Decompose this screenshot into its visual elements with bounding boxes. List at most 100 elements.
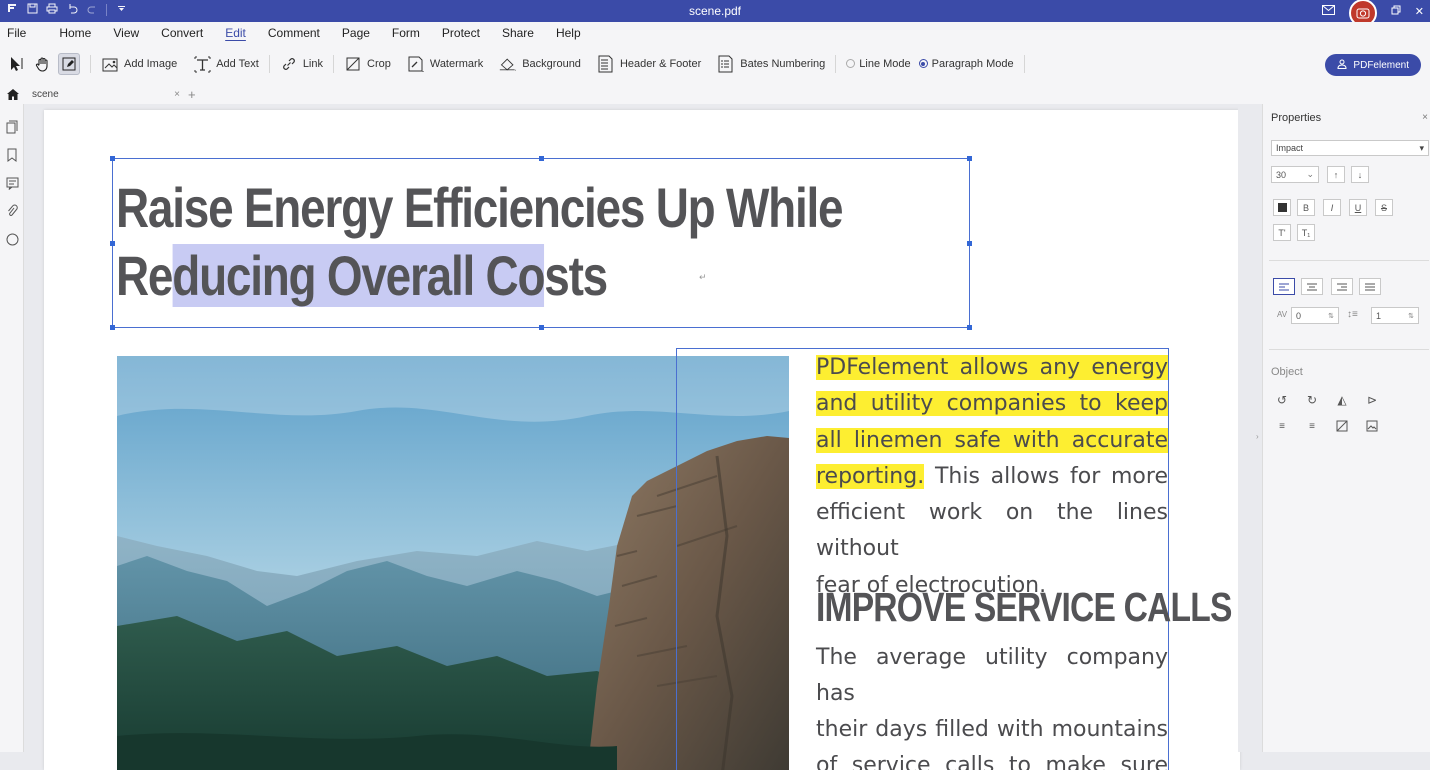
body-paragraph-1[interactable]: PDFelement allows any energy and utility… [816, 350, 1168, 604]
paragraph-mode-label: Paragraph Mode [931, 58, 1014, 70]
tab-scene[interactable]: scene × [26, 89, 186, 100]
tab-close-icon[interactable]: × [174, 89, 180, 100]
search-panel-icon[interactable] [5, 232, 19, 246]
decrease-font-size-button[interactable]: ↓ [1351, 166, 1369, 183]
mail-icon[interactable] [1321, 4, 1335, 18]
restore-window-icon[interactable] [1391, 5, 1401, 18]
distribute-object-icon[interactable]: ≡ [1303, 417, 1321, 435]
justify-icon [1365, 283, 1375, 290]
panel-divider [1269, 260, 1429, 261]
menu-page[interactable]: Page [331, 22, 381, 44]
background-icon [499, 55, 517, 73]
select-tool-icon[interactable] [6, 53, 28, 75]
body-text: of service calls to make sure [816, 753, 1168, 770]
properties-title: Properties [1271, 112, 1322, 124]
bookmark-icon[interactable] [5, 148, 19, 162]
pdfelement-button[interactable]: PDFelement [1325, 54, 1421, 76]
align-center-button[interactable] [1301, 278, 1323, 295]
edit-tool-icon[interactable] [58, 53, 80, 75]
add-text-button[interactable]: Add Text [185, 51, 267, 77]
font-family-select[interactable]: Impact ▾ [1271, 140, 1429, 156]
menu-protect[interactable]: Protect [431, 22, 491, 44]
resize-handle[interactable] [967, 325, 972, 330]
increase-font-size-button[interactable]: ↑ [1327, 166, 1345, 183]
resize-handle[interactable] [110, 325, 115, 330]
menu-file[interactable]: File [0, 22, 48, 44]
align-center-icon [1307, 283, 1317, 290]
font-size-select[interactable]: 30 ⌄ [1271, 166, 1319, 183]
character-spacing-input[interactable]: 0 ⇅ [1291, 307, 1339, 324]
crop-object-icon[interactable] [1333, 417, 1351, 435]
left-sidebar: › [0, 104, 33, 752]
line-spacing-input[interactable]: 1 ⇅ [1371, 307, 1419, 324]
chevron-down-icon: ▾ [1419, 142, 1424, 153]
add-text-icon [193, 55, 211, 73]
menu-convert[interactable]: Convert [150, 22, 214, 44]
rotate-right-icon[interactable]: ↻ [1303, 391, 1321, 409]
window-controls: ✕ [1321, 0, 1430, 27]
menu-view[interactable]: View [102, 22, 150, 44]
line-mode-label: Line Mode [859, 58, 911, 70]
highlighted-line: and utility companies to keep [816, 391, 1168, 417]
watermark-button[interactable]: Watermark [399, 51, 491, 77]
add-image-button[interactable]: Add Image [93, 51, 185, 77]
align-right-button[interactable] [1331, 278, 1353, 295]
justify-button[interactable] [1359, 278, 1381, 295]
align-left-button[interactable] [1273, 278, 1295, 295]
subscript-button[interactable]: T₁ [1297, 224, 1315, 241]
collapse-right-panel-icon[interactable]: › [1256, 432, 1259, 441]
close-panel-icon[interactable]: × [1422, 112, 1428, 123]
menu-comment[interactable]: Comment [257, 22, 331, 44]
chevron-down-icon: ⌄ [1306, 169, 1314, 179]
resize-handle[interactable] [539, 325, 544, 330]
italic-button[interactable]: I [1323, 199, 1341, 216]
hand-tool-icon[interactable] [32, 53, 54, 75]
header-footer-button[interactable]: Header & Footer [589, 51, 709, 77]
resize-handle[interactable] [967, 156, 972, 161]
rotate-left-icon[interactable]: ↺ [1273, 391, 1291, 409]
new-tab-button[interactable]: + [188, 87, 196, 102]
attachment-icon[interactable] [5, 204, 19, 218]
resize-handle[interactable] [110, 156, 115, 161]
strikethrough-button[interactable]: S [1375, 199, 1393, 216]
bates-numbering-button[interactable]: Bates Numbering [709, 51, 833, 77]
menu-share[interactable]: Share [491, 22, 545, 44]
comment-panel-icon[interactable] [5, 176, 19, 190]
resize-handle[interactable] [539, 156, 544, 161]
resize-handle[interactable] [967, 241, 972, 246]
body-paragraph-2[interactable]: The average utility company has their da… [816, 640, 1168, 770]
home-icon[interactable] [0, 88, 26, 100]
toolbar-divider [333, 55, 334, 73]
superscript-button[interactable]: T' [1273, 224, 1291, 241]
link-button[interactable]: Link [272, 51, 331, 77]
replace-image-icon[interactable] [1363, 417, 1381, 435]
crop-button[interactable]: Crop [336, 51, 399, 77]
text-color-button[interactable] [1273, 199, 1291, 216]
flip-horizontal-icon[interactable]: ◭ [1333, 391, 1351, 409]
watermark-icon [407, 55, 425, 73]
pages-panel-icon[interactable] [5, 120, 19, 134]
align-object-icon[interactable]: ≡ [1273, 417, 1291, 435]
menu-help[interactable]: Help [545, 22, 592, 44]
toolbar-divider [90, 55, 91, 73]
watermark-label: Watermark [429, 58, 484, 70]
line-spacing-icon: ↕≡ [1347, 309, 1358, 320]
bold-button[interactable]: B [1297, 199, 1315, 216]
underline-button[interactable]: U [1349, 199, 1367, 216]
line-mode-radio[interactable]: Line Mode [838, 51, 918, 77]
menu-home[interactable]: Home [48, 22, 102, 44]
paragraph-mode-radio[interactable]: Paragraph Mode [918, 51, 1022, 77]
properties-panel: Properties × Impact ▾ 30 ⌄ ↑ ↓ B I U S T… [1262, 104, 1430, 752]
flip-vertical-icon[interactable]: ⊳ [1363, 391, 1381, 409]
body-text: This allows for more [924, 463, 1168, 489]
section-heading[interactable]: IMPROVE SERVICE CALLS [816, 584, 1232, 631]
background-button[interactable]: Background [491, 51, 589, 77]
resize-handle[interactable] [110, 241, 115, 246]
text-selection-box[interactable] [110, 156, 972, 330]
user-icon [1337, 59, 1347, 72]
body-text: efficient work on the lines without [816, 500, 1168, 562]
menu-edit[interactable]: Edit [214, 22, 257, 44]
close-window-icon[interactable]: ✕ [1415, 5, 1424, 18]
menu-form[interactable]: Form [381, 22, 431, 44]
font-size-value: 30 [1276, 169, 1287, 180]
